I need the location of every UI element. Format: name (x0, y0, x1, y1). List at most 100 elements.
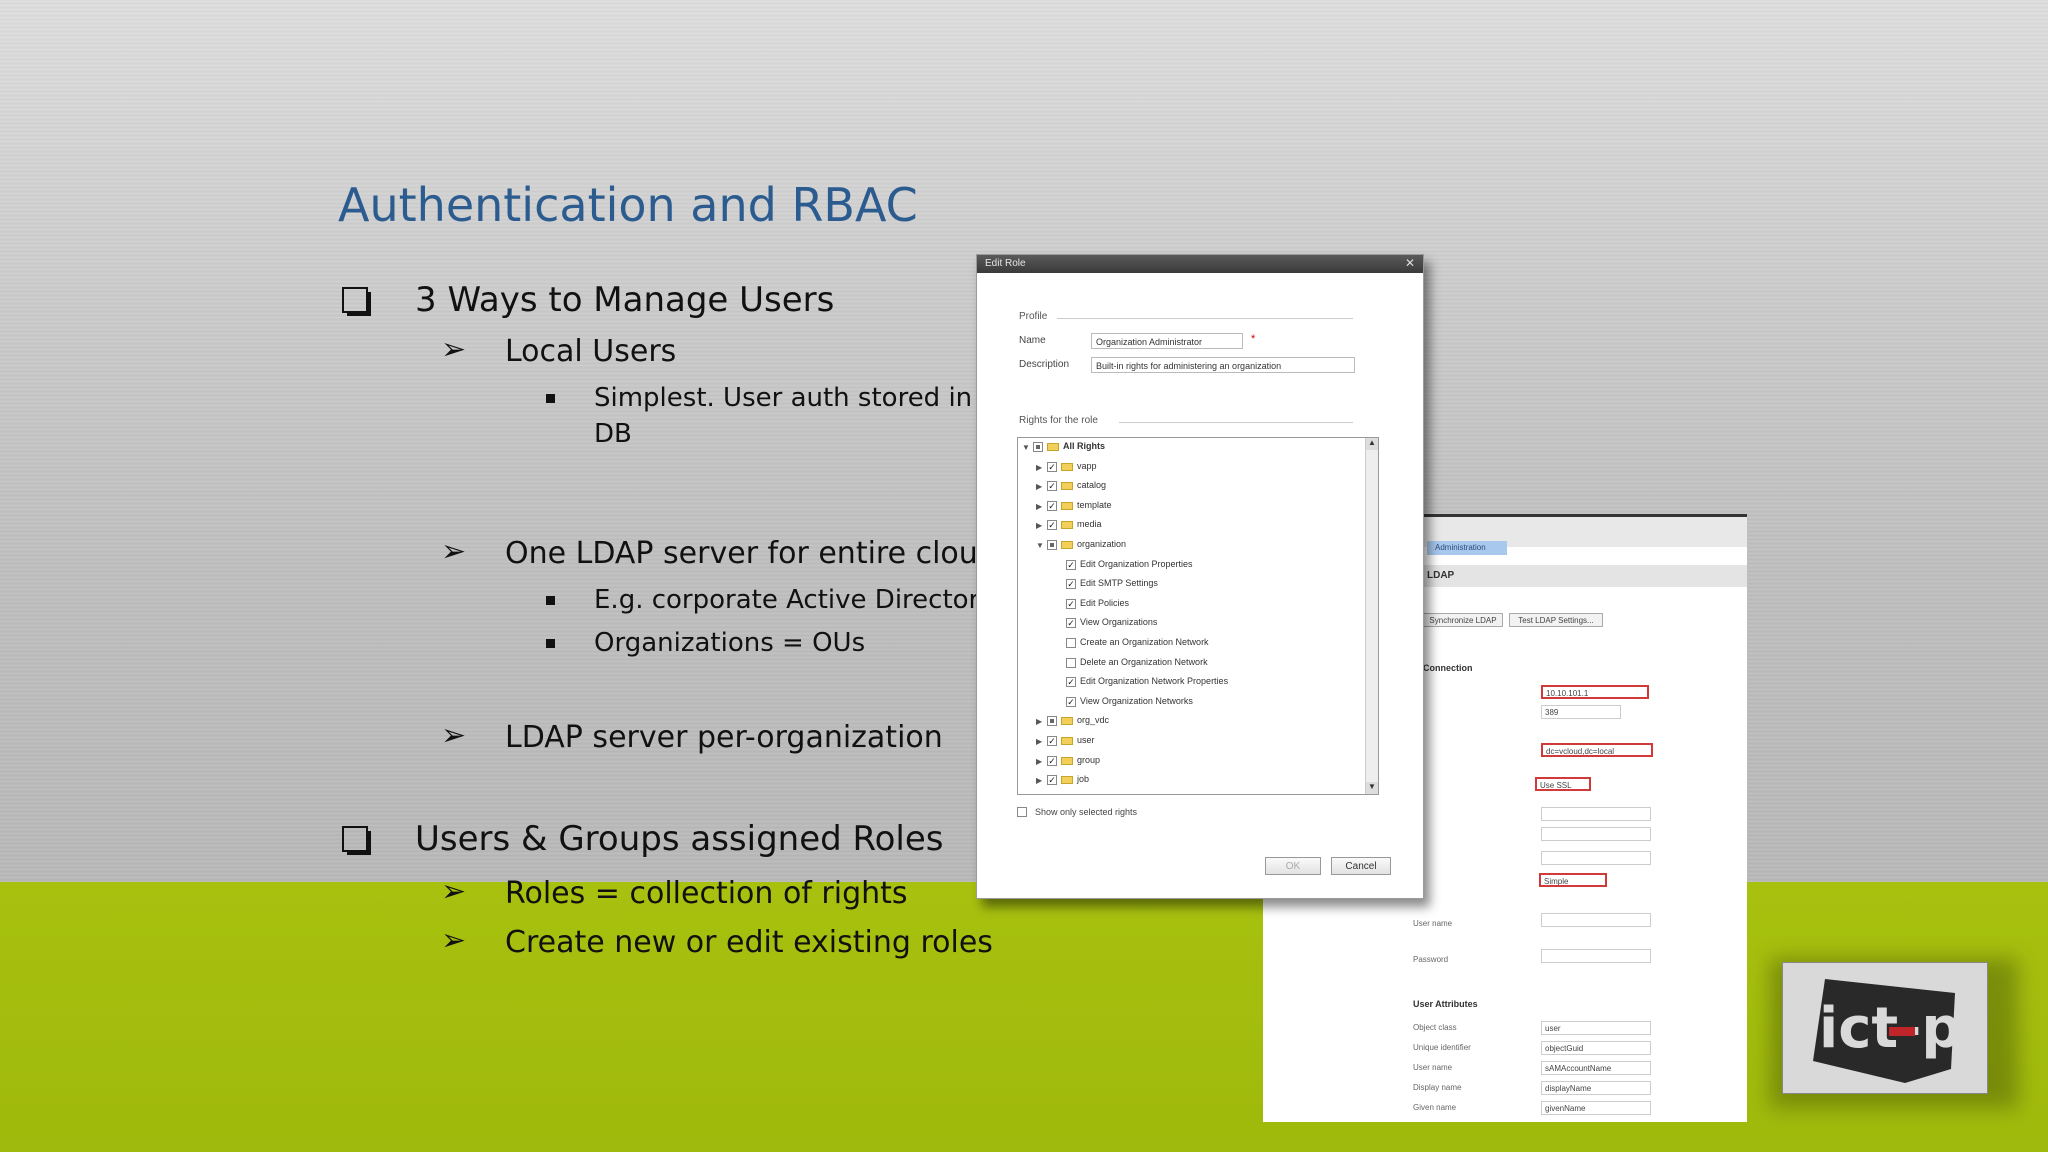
tree-label: All Rights (1063, 441, 1105, 451)
description-input[interactable]: Built-in rights for administering an org… (1091, 357, 1355, 373)
test-ldap-settings-button[interactable]: Test LDAP Settings... (1509, 613, 1603, 627)
profile-section-label: Profile (1019, 311, 1048, 322)
attr-label: Object class (1413, 1023, 1457, 1032)
tree-checkbox[interactable]: ✓ (1066, 559, 1076, 570)
expand-icon[interactable]: ▶ (1036, 482, 1042, 491)
tree-checkbox[interactable]: ✓ (1066, 579, 1076, 590)
certificate-field[interactable] (1541, 807, 1651, 821)
collapse-icon[interactable]: ▼ (1022, 443, 1030, 452)
tree-label: org_vdc (1077, 715, 1110, 726)
keystore-password-field[interactable] (1541, 851, 1651, 865)
tree-checkbox[interactable]: ✓ (1047, 461, 1057, 472)
logo-graphic: ict-p (1813, 979, 1962, 1083)
attr-field[interactable]: objectGuid (1541, 1041, 1651, 1055)
cancel-button[interactable]: Cancel (1331, 857, 1391, 875)
square-bullet-icon (546, 639, 555, 648)
tree-checkbox[interactable]: ✓ (1066, 677, 1076, 688)
bullet-level3: E.g. corporate Active Directory (594, 585, 995, 615)
expand-icon[interactable]: ▶ (1036, 521, 1042, 530)
name-input[interactable]: Organization Administrator (1091, 333, 1243, 349)
attr-field[interactable]: displayName (1541, 1081, 1651, 1095)
tree-row[interactable]: Delete an Organization Network (1018, 656, 1358, 674)
tree-checkbox[interactable] (1047, 716, 1057, 727)
tree-checkbox[interactable]: ✓ (1047, 775, 1057, 786)
scroll-down-icon[interactable]: ▼ (1366, 782, 1378, 794)
server-field[interactable]: 10.10.101.1 (1541, 685, 1649, 699)
tree-row[interactable]: ▶ ✓ media (1018, 518, 1358, 536)
tree-checkbox[interactable]: ✓ (1066, 618, 1076, 629)
tree-row[interactable]: ▶ org_vdc (1018, 714, 1358, 732)
tree-checkbox[interactable] (1033, 442, 1043, 452)
tree-row[interactable]: ✓ View Organization Networks (1018, 695, 1358, 713)
tree-row[interactable]: ▼ organization (1018, 538, 1358, 556)
tree-row[interactable]: ▶ ✓ user (1018, 734, 1358, 752)
attr-field[interactable]: user (1541, 1021, 1651, 1035)
tree-row[interactable]: ✓ Edit Organization Network Properties (1018, 675, 1358, 693)
tree-checkbox[interactable]: ✓ (1047, 755, 1057, 766)
tree-row[interactable]: ▼ All Rights (1018, 440, 1358, 458)
expand-icon[interactable]: ▶ (1036, 776, 1042, 785)
tree-row[interactable]: Create an Organization Network (1018, 636, 1358, 654)
tree-checkbox[interactable]: ✓ (1047, 520, 1057, 531)
folder-icon (1061, 501, 1073, 510)
base-dn-field[interactable]: dc=vcloud,dc=local (1541, 743, 1653, 757)
tree-checkbox[interactable]: ✓ (1047, 500, 1057, 511)
tree-row[interactable]: ✓ View Organizations (1018, 616, 1358, 634)
attr-field[interactable]: sAMAccountName (1541, 1061, 1651, 1075)
tree-checkbox[interactable]: ✓ (1066, 696, 1076, 707)
rights-tree[interactable]: ▼ All Rights ▶ ✓ vapp ▶ ✓ catalog ▶ ✓ template ▶ ✓ me… (1017, 437, 1379, 795)
bullet-level1: Users & Groups assigned Roles (415, 819, 944, 859)
attr-field[interactable]: givenName (1541, 1101, 1651, 1115)
tree-row[interactable]: ▶ ✓ job (1018, 773, 1358, 791)
synchronize-ldap-button[interactable]: Synchronize LDAP (1423, 613, 1503, 627)
use-ssl-checkbox[interactable]: Use SSL (1535, 777, 1591, 791)
auth-method-select[interactable]: Simple (1539, 873, 1607, 887)
expand-icon[interactable]: ▶ (1036, 502, 1042, 511)
bullet-level3-line2: DB (594, 419, 632, 449)
bullet-level3: Simplest. User auth stored in DB (594, 380, 972, 452)
tree-row[interactable]: ✓ Edit Organization Properties (1018, 558, 1358, 576)
square-bullet-icon (546, 394, 555, 403)
arrow-bullet-icon: ➢ (441, 874, 467, 909)
arrow-bullet-icon: ➢ (441, 534, 467, 569)
show-selected-checkbox[interactable] (1017, 807, 1027, 817)
tree-checkbox[interactable]: ✓ (1066, 598, 1076, 609)
keystore-field[interactable] (1541, 827, 1651, 841)
tree-row[interactable]: ▶ ✓ vapp (1018, 460, 1358, 478)
folder-icon (1061, 541, 1073, 549)
dialog-titlebar[interactable]: Edit Role ✕ (977, 255, 1423, 273)
user-name-field[interactable] (1541, 913, 1651, 927)
tree-scrollbar[interactable]: ▲ ▼ (1365, 438, 1378, 794)
ldap-header: LDAP (1423, 565, 1747, 587)
tree-label: media (1077, 519, 1102, 530)
tab-administration[interactable]: Administration (1427, 541, 1507, 555)
tree-row[interactable]: ▶ ✓ group (1018, 754, 1358, 772)
close-icon[interactable]: ✕ (1405, 256, 1415, 270)
password-field[interactable] (1541, 949, 1651, 963)
tree-row[interactable]: ✓ Edit Policies (1018, 597, 1358, 615)
tree-checkbox[interactable] (1066, 657, 1076, 668)
tree-row[interactable]: ✓ Edit SMTP Settings (1018, 577, 1358, 595)
collapse-icon[interactable]: ▼ (1036, 541, 1044, 550)
tree-checkbox[interactable]: ✓ (1047, 481, 1057, 492)
user-name-label: User name (1413, 919, 1453, 928)
attr-label: Unique identifier (1413, 1043, 1471, 1052)
port-field[interactable]: 389 (1541, 705, 1621, 719)
tree-label: vapp (1077, 460, 1097, 471)
expand-icon[interactable]: ▶ (1036, 717, 1042, 726)
tree-checkbox[interactable] (1047, 540, 1057, 550)
tree-checkbox[interactable] (1066, 638, 1076, 648)
tree-label: View Organizations (1080, 617, 1158, 628)
ok-button[interactable]: OK (1265, 857, 1321, 875)
tree-label: organization (1077, 539, 1127, 549)
expand-icon[interactable]: ▶ (1036, 737, 1042, 746)
scroll-up-icon[interactable]: ▲ (1366, 438, 1378, 450)
expand-icon[interactable]: ▶ (1036, 463, 1042, 472)
tree-label: View Organization Networks (1080, 695, 1193, 706)
tree-row[interactable]: ▶ ✓ catalog (1018, 479, 1358, 497)
expand-icon[interactable]: ▶ (1036, 757, 1042, 766)
section-divider (1119, 422, 1353, 423)
tree-row[interactable]: ▶ ✓ template (1018, 499, 1358, 517)
tree-checkbox[interactable]: ✓ (1047, 736, 1057, 746)
folder-icon (1061, 521, 1073, 530)
